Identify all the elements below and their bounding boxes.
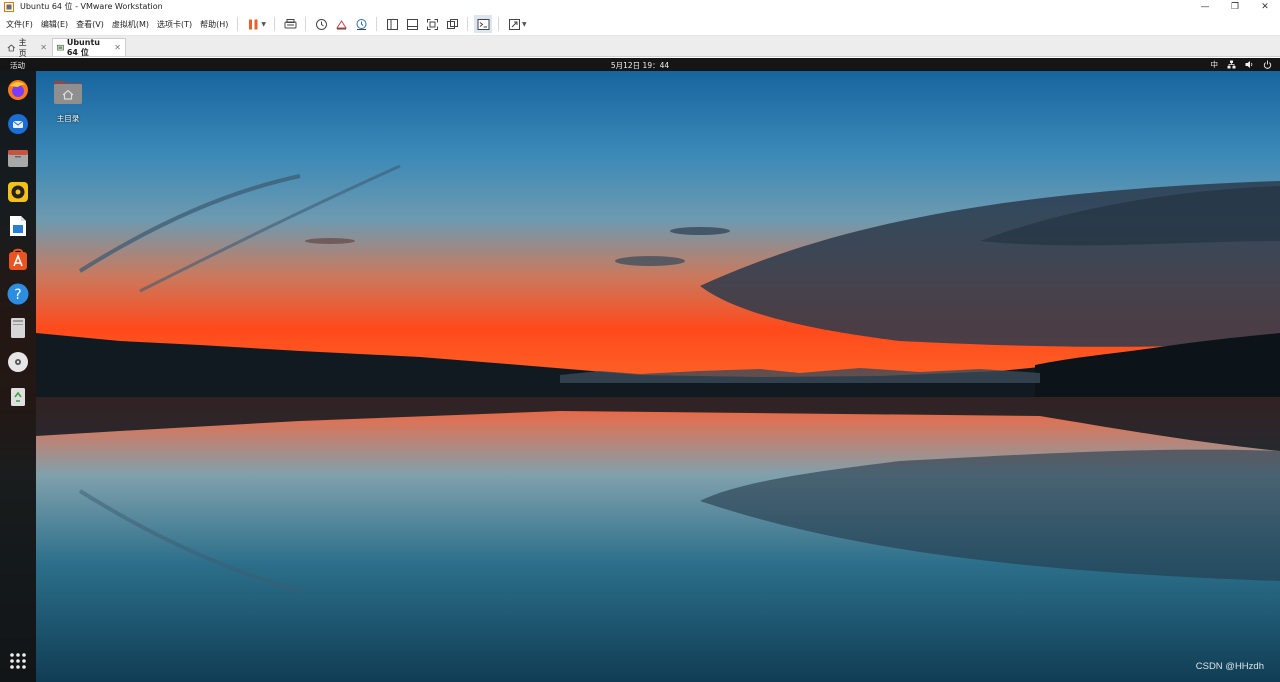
dock-thunderbird[interactable]	[6, 112, 30, 136]
pause-icon	[248, 19, 258, 29]
toolbar-separator	[274, 17, 276, 31]
desktop-home-folder-label: 主目录	[56, 114, 80, 123]
toolbar-separator	[498, 17, 500, 31]
menu-vm[interactable]: 虚拟机(M)	[108, 19, 153, 30]
system-tray[interactable]: 中	[1211, 59, 1273, 70]
vm-icon	[57, 44, 64, 50]
stretch-guest-icon	[508, 18, 520, 30]
dock-files[interactable]	[6, 146, 30, 170]
manage-snapshots-button[interactable]	[352, 15, 370, 33]
toolbar-separator	[467, 17, 469, 31]
dock-help[interactable]: ?	[6, 282, 30, 306]
dock-show-applications[interactable]	[6, 649, 30, 673]
tab-home-close-icon[interactable]: ✕	[40, 43, 47, 52]
tab-ubuntu-close-icon[interactable]: ✕	[114, 43, 121, 52]
stretch-guest-button[interactable]	[505, 15, 523, 33]
svg-text:?: ?	[14, 287, 21, 303]
dock-rhythmbox[interactable]	[6, 180, 30, 204]
home-folder-icon	[54, 81, 82, 104]
firefox-icon	[8, 80, 28, 100]
ubuntu-software-icon	[9, 248, 27, 270]
fullscreen-button[interactable]	[423, 15, 441, 33]
thunderbird-icon	[8, 114, 28, 134]
manage-snapshots-icon	[356, 18, 367, 30]
thumbnail-view-button[interactable]	[403, 15, 421, 33]
send-ctrl-alt-del-button[interactable]	[281, 15, 299, 33]
clock[interactable]: 5月12日 19：44	[0, 60, 1280, 71]
menu-file[interactable]: 文件(F)	[0, 19, 37, 30]
tab-ubuntu[interactable]: Ubuntu 64 位 ✕	[52, 37, 126, 57]
show-applications-icon	[10, 653, 26, 669]
menu-edit[interactable]: 编辑(E)	[37, 19, 72, 30]
menu-view[interactable]: 查看(V)	[72, 19, 108, 30]
revert-snapshot-icon	[335, 19, 347, 29]
trash-icon	[11, 388, 25, 406]
tab-home-label: 主页	[18, 37, 27, 58]
dock-firefox[interactable]	[6, 78, 30, 102]
dock-ubuntu-software[interactable]	[6, 248, 30, 272]
fullscreen-icon	[426, 18, 438, 30]
unity-button[interactable]	[443, 15, 461, 33]
pause-dropdown-caret[interactable]: ▼	[261, 21, 266, 28]
libreoffice-writer-icon	[10, 216, 26, 236]
snapshot-icon	[315, 18, 327, 30]
tab-home[interactable]: 主页 ✕	[2, 37, 52, 58]
tab-bar: 主页 ✕ Ubuntu 64 位 ✕	[0, 36, 1280, 58]
toolbar-separator	[305, 17, 307, 31]
library-view-icon	[386, 18, 398, 30]
wallpaper	[0, 71, 1280, 682]
dock-dvd[interactable]	[6, 350, 30, 374]
menu-help[interactable]: 帮助(H)	[196, 19, 232, 30]
thumbnail-view-icon	[406, 18, 418, 30]
input-method-indicator[interactable]: 中	[1211, 59, 1219, 70]
restore-button[interactable]: ❐	[1220, 0, 1250, 13]
minimize-button[interactable]: —	[1190, 0, 1220, 13]
vmware-app-icon	[4, 1, 14, 12]
dock-removable-drive[interactable]	[6, 316, 30, 340]
menu-toolbar: 文件(F) 编辑(E) 查看(V) 虚拟机(M) 选项卡(T) 帮助(H) ▼ …	[0, 13, 1280, 36]
unity-icon	[446, 18, 458, 29]
desktop-home-folder[interactable]: 主目录	[50, 77, 86, 124]
dock-libreoffice-writer[interactable]	[6, 214, 30, 238]
watermark: CSDN @HHzdh	[1195, 661, 1264, 672]
volume-icon[interactable]	[1245, 60, 1254, 69]
tab-ubuntu-label: Ubuntu 64 位	[66, 37, 100, 57]
revert-snapshot-button[interactable]	[332, 15, 350, 33]
menu-tabs[interactable]: 选项卡(T)	[153, 19, 196, 30]
console-view-button[interactable]	[474, 15, 493, 33]
window-title: Ubuntu 64 位 - VMware Workstation	[20, 2, 163, 11]
close-button[interactable]: ✕	[1250, 0, 1280, 13]
desktop[interactable]: ? 主目录 CSDN @HHzdh	[0, 71, 1280, 682]
window-titlebar: Ubuntu 64 位 - VMware Workstation — ❐ ✕	[0, 0, 1280, 13]
gnome-top-bar: 活动 5月12日 19：44 中	[0, 58, 1280, 71]
files-icon	[8, 150, 28, 167]
help-icon: ?	[7, 283, 29, 305]
toolbar-separator	[376, 17, 378, 31]
toolbar-separator	[237, 17, 239, 31]
stretch-dropdown-caret[interactable]: ▼	[522, 21, 527, 28]
network-icon[interactable]	[1227, 60, 1236, 69]
ubuntu-dock: ?	[0, 71, 36, 682]
dvd-icon	[8, 352, 28, 372]
rhythmbox-icon	[8, 182, 28, 202]
console-view-icon	[477, 18, 490, 30]
pause-button[interactable]	[244, 15, 262, 33]
guest-screen[interactable]: 活动 5月12日 19：44 中 ? 主目录 CSDN @HHzdh	[0, 58, 1280, 682]
send-ctrl-alt-del-icon	[284, 18, 297, 28]
removable-drive-icon	[11, 318, 25, 338]
dock-trash[interactable]	[6, 384, 30, 408]
snapshot-button[interactable]	[312, 15, 330, 33]
home-icon	[7, 43, 16, 51]
library-view-button[interactable]	[383, 15, 401, 33]
power-icon[interactable]	[1263, 60, 1272, 69]
